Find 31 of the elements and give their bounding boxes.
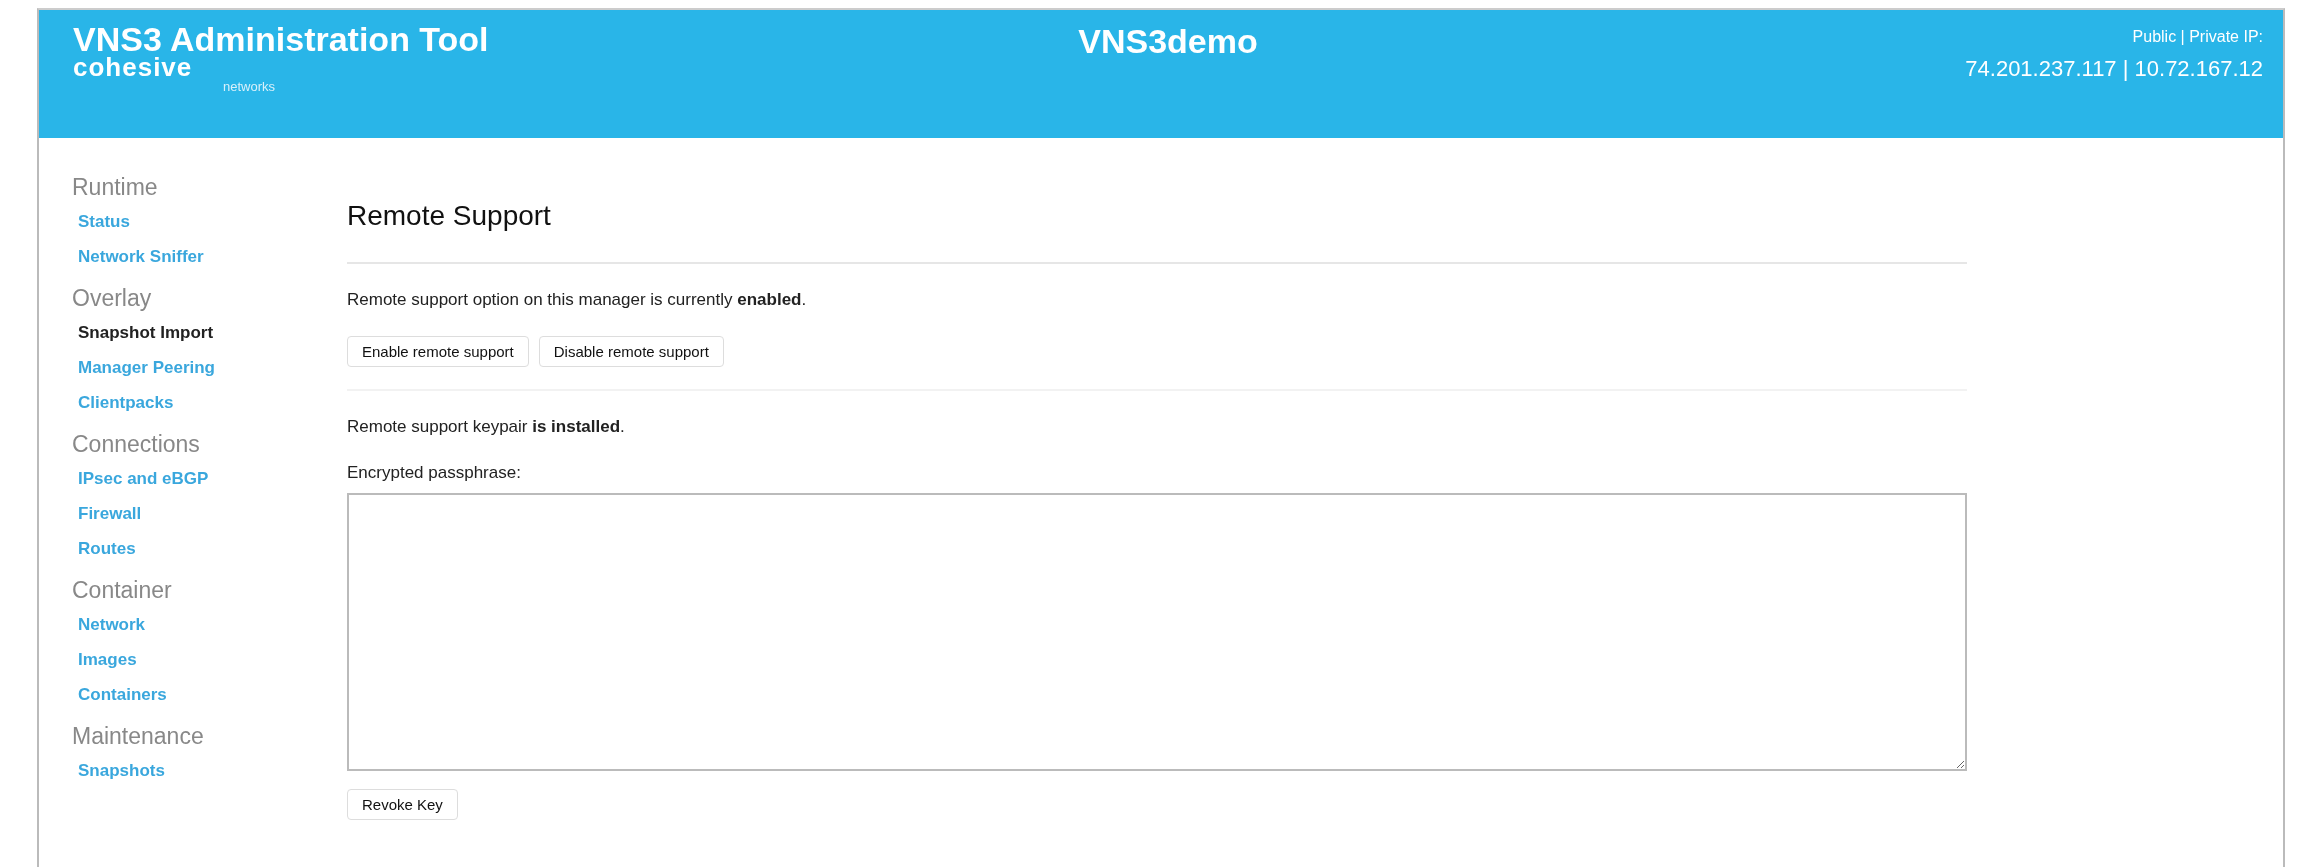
ip-label: Public | Private IP: [2132,28,2263,46]
sidebar-link[interactable]: Images [72,643,137,678]
sidebar-link[interactable]: IPsec and eBGP [72,462,209,497]
sidebar-heading: Connections [72,431,200,458]
sidebar-link[interactable]: Manager Peering [72,351,215,386]
sidebar-heading: Container [72,577,172,604]
passphrase-field[interactable] [347,493,1967,771]
sidebar-link[interactable]: Containers [72,678,167,713]
sidebar-link[interactable]: Network [72,608,146,643]
sidebar-heading: Runtime [72,174,158,201]
sidebar-link[interactable]: Network Sniffer [72,240,204,275]
action-button[interactable]: Disable remote support [538,336,724,367]
ip-address: 74.201.237.117 | 10.72.167.12 [1965,56,2263,82]
manager-name: VNS3demo [1078,22,1258,61]
action-button[interactable]: Enable remote support [347,336,529,367]
revoke-button[interactable]: Revoke Key [347,789,458,820]
logo-wordmark: cohesive [73,56,194,80]
sidebar-link[interactable]: Snapshot Import [72,316,214,351]
logo-tagline: networks [223,79,277,95]
app-title: VNS3 Administration Tool [73,22,490,56]
sidebar-link[interactable]: Status [72,205,130,240]
sidebar-link[interactable]: Firewall [72,497,142,532]
field-label: Encrypted passphrase: [347,463,521,483]
sidebar-heading: Maintenance [72,723,204,750]
sidebar-heading: Overlay [72,285,152,312]
sidebar-link[interactable]: Snapshots [72,754,165,789]
sidebar-link[interactable]: Routes [72,532,136,567]
sidebar-link[interactable]: Clientpacks [72,386,174,421]
page-title: Remote Support [347,200,551,232]
status-text: Remote support option on this manager is currently enabled. [347,290,807,310]
keypair-text: Remote support keypair is installed. [347,417,625,437]
